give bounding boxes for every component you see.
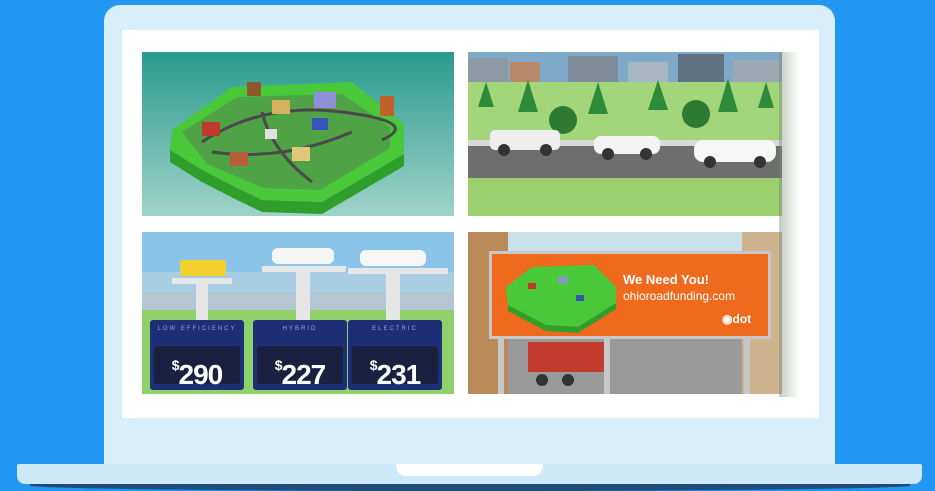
- street-cars-scene: [468, 52, 782, 216]
- scene-edge: [779, 52, 799, 397]
- price-card-electric: ELECTRIC $231: [348, 320, 442, 390]
- ohio-map-graphic: [170, 82, 404, 214]
- ohio-map-illustration: [142, 52, 454, 216]
- billboard-url: ohioroadfunding.com: [623, 289, 736, 303]
- price-value: $231: [352, 346, 438, 390]
- price-value: $290: [154, 346, 240, 390]
- dot-logo: ◉dot: [722, 312, 752, 326]
- price-card-low-efficiency: LOW EFFICIENCY $290: [150, 320, 244, 390]
- billboard-map-graphic: [506, 265, 616, 333]
- laptop-notch: [396, 464, 543, 476]
- street-graphic: [468, 52, 782, 216]
- price-card-hybrid: HYBRID $227: [253, 320, 347, 390]
- price-label: ELECTRIC: [372, 326, 418, 332]
- billboard-headline: We Need You!: [623, 272, 709, 287]
- price-label: HYBRID: [282, 326, 318, 332]
- price-value: $227: [257, 346, 343, 390]
- price-label: LOW EFFICIENCY: [157, 326, 237, 332]
